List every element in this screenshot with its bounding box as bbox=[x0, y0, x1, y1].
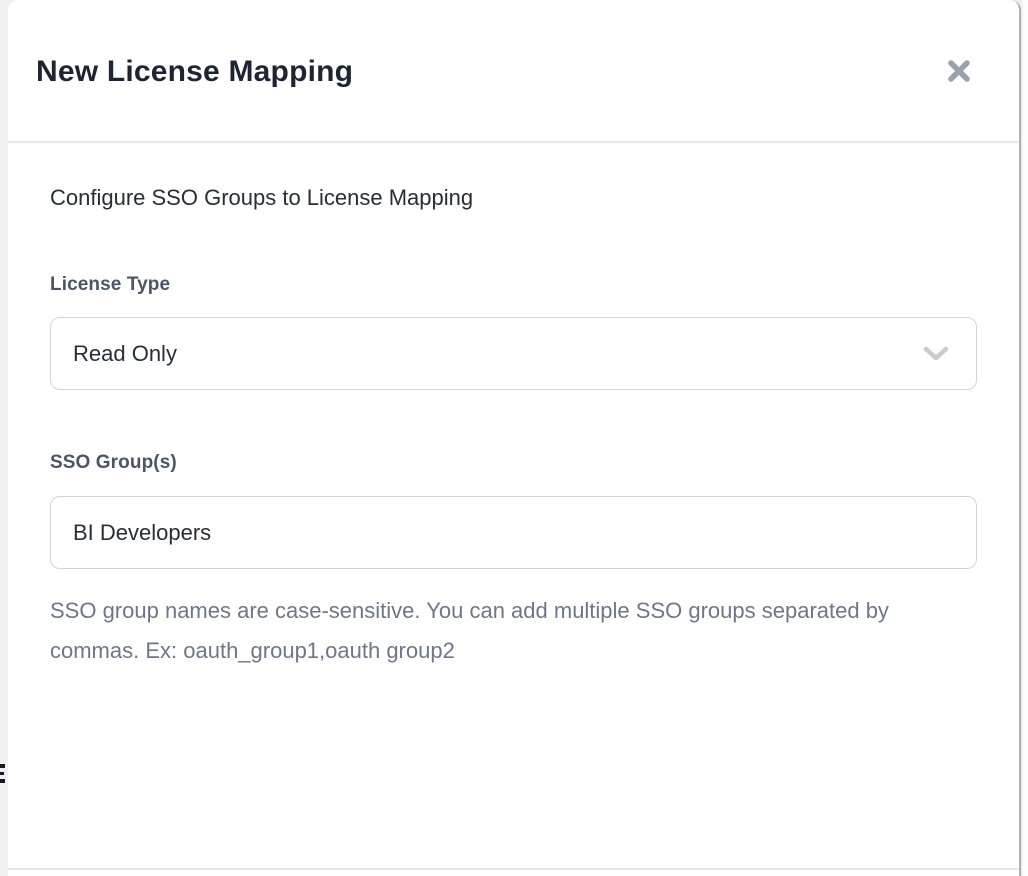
page-background-right bbox=[1023, 0, 1028, 876]
chevron-down-icon bbox=[922, 345, 950, 363]
license-type-selected-value: Read Only bbox=[73, 341, 177, 367]
background-clipped-element bbox=[0, 764, 5, 768]
close-button[interactable] bbox=[937, 49, 981, 93]
sso-groups-input[interactable] bbox=[50, 496, 977, 569]
dialog-title: New License Mapping bbox=[36, 53, 353, 89]
sso-groups-label: SSO Group(s) bbox=[50, 452, 974, 474]
license-type-label: License Type bbox=[50, 274, 974, 296]
page-backdrop bbox=[0, 0, 8, 876]
background-clipped-element bbox=[0, 779, 5, 783]
license-type-select[interactable]: Read Only bbox=[50, 317, 977, 390]
background-clipped-element bbox=[0, 772, 4, 775]
new-license-mapping-dialog: New License Mapping Configure SSO Groups… bbox=[8, 0, 1021, 876]
dialog-footer bbox=[8, 868, 1019, 876]
sso-groups-help-text: SSO group names are case-sensitive. You … bbox=[50, 591, 895, 671]
dialog-header: New License Mapping bbox=[8, 0, 1019, 143]
dialog-body: Configure SSO Groups to License Mapping … bbox=[8, 143, 1019, 868]
close-icon bbox=[944, 56, 974, 86]
dialog-subheading: Configure SSO Groups to License Mapping bbox=[50, 183, 974, 213]
